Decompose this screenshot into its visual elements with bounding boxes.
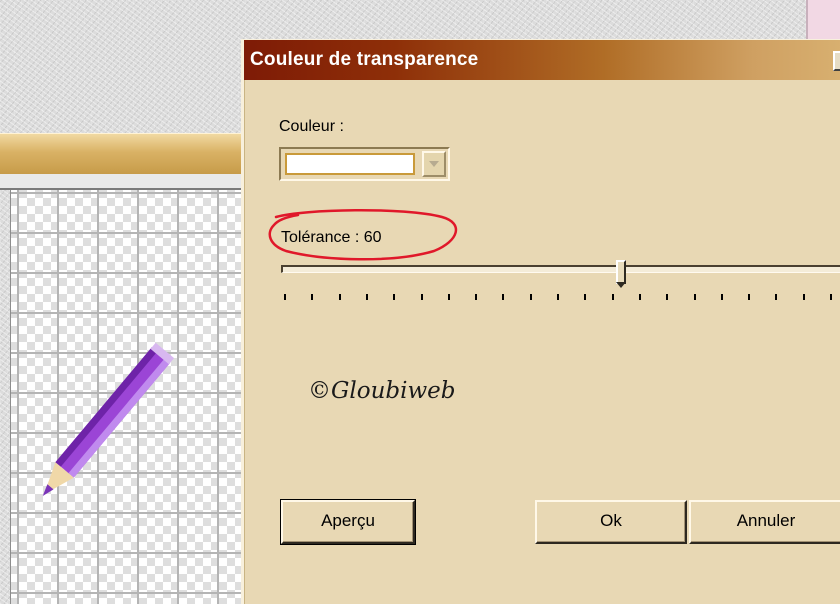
background-window-edge — [806, 0, 840, 40]
slider-tick — [420, 294, 423, 300]
slider-tick — [693, 294, 696, 300]
purple-pencil-icon — [42, 342, 175, 496]
slider-tick — [502, 294, 505, 300]
slider-tick — [720, 294, 723, 300]
color-label: Couleur : — [279, 118, 344, 135]
slider-tick — [365, 294, 368, 300]
slider-tick — [284, 294, 286, 300]
preview-button[interactable]: Aperçu — [280, 499, 416, 545]
image-window-titlebar[interactable] — [0, 133, 245, 175]
image-canvas[interactable] — [10, 190, 246, 604]
red-annotation-circle — [268, 208, 458, 261]
slider-tick — [802, 294, 805, 300]
pencil-highlight — [68, 358, 171, 478]
slider-tick — [529, 294, 532, 300]
slider-tick — [775, 294, 778, 300]
image-window-frame — [0, 174, 245, 190]
pencil-body — [55, 347, 171, 478]
pencil-shadow — [55, 347, 158, 467]
slider-tick — [748, 294, 751, 300]
close-icon[interactable] — [833, 51, 840, 71]
watermark: ©Gloubiweb — [308, 378, 456, 404]
color-combobox[interactable] — [279, 147, 450, 181]
slider-tick — [638, 294, 641, 300]
slider-tick — [611, 294, 614, 300]
dialog-title: Couleur de transparence — [250, 49, 479, 70]
slider-tick — [830, 294, 832, 300]
chevron-down-icon[interactable] — [422, 151, 446, 177]
tolerance-slider-thumb[interactable] — [616, 260, 626, 288]
ok-button[interactable]: Ok — [535, 500, 687, 544]
slider-tick — [311, 294, 314, 300]
slider-tick — [584, 294, 587, 300]
slider-tick — [338, 294, 341, 300]
slider-tick — [447, 294, 450, 300]
cancel-button[interactable]: Annuler — [689, 500, 840, 544]
slider-tick — [557, 294, 559, 300]
slider-tick — [666, 294, 669, 300]
dialog-titlebar[interactable]: Couleur de transparence — [244, 40, 840, 80]
transparency-color-dialog: Couleur de transparence Couleur : Toléra… — [241, 39, 840, 604]
color-swatch — [285, 153, 415, 175]
tolerance-slider-track[interactable] — [281, 265, 840, 273]
slider-tick — [393, 294, 396, 300]
slider-tick — [475, 294, 478, 300]
